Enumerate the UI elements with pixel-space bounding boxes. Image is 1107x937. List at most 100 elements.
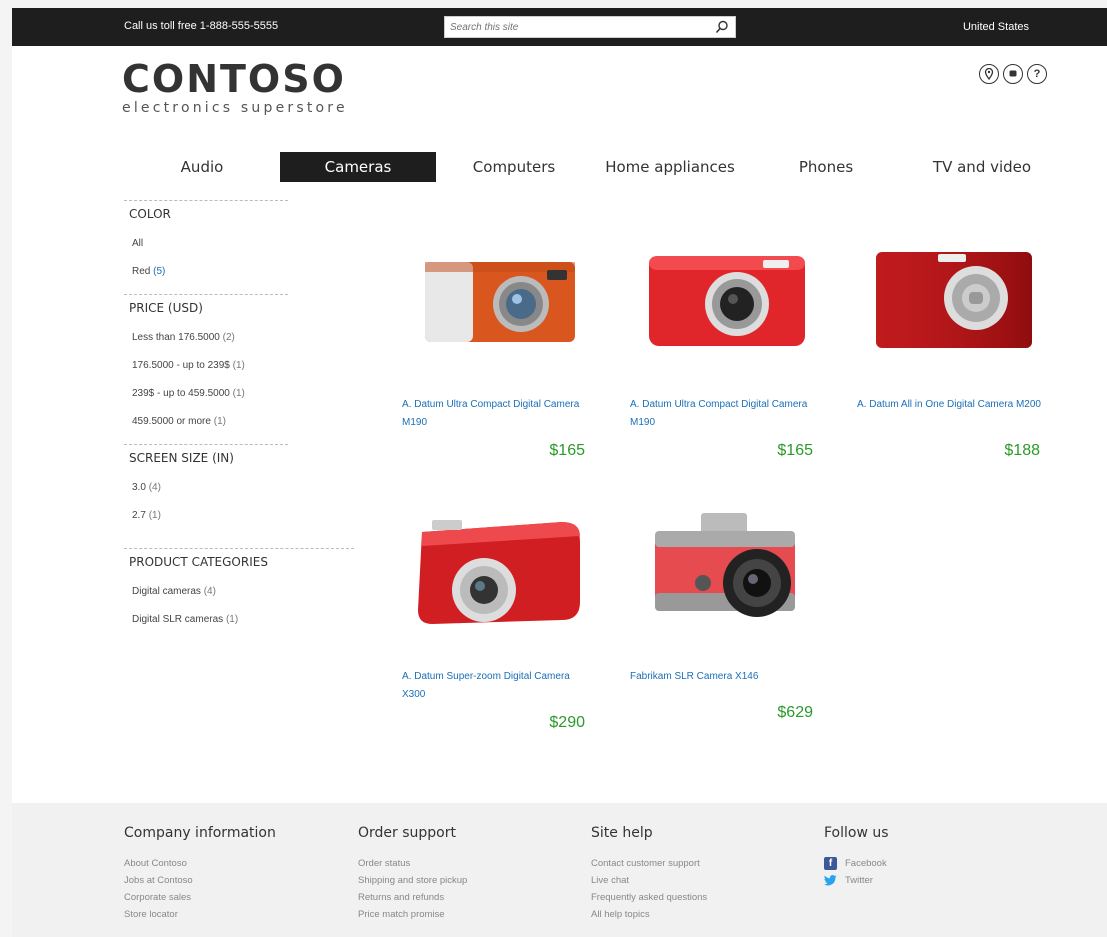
facet-count: (1)	[225, 614, 239, 625]
slr-camera-icon	[655, 513, 795, 617]
facebook-icon: f	[824, 857, 837, 870]
top-bar: Call us toll free 1-888-555-5555 United …	[12, 8, 1107, 46]
product-price: $165	[777, 442, 813, 459]
facet-label: 176.5000 - up to 239$	[132, 360, 230, 371]
product-name-link[interactable]: Fabrikam SLR Camera X146	[630, 668, 820, 686]
twitter-icon	[824, 874, 837, 887]
facet-count: (4)	[148, 482, 161, 493]
facet-count: (1)	[232, 360, 245, 371]
product-card[interactable]: A. Datum Super-zoom Digital Camera X300 …	[397, 492, 597, 752]
footer-link[interactable]: All help topics	[591, 906, 707, 923]
footer-link[interactable]: Live chat	[591, 872, 707, 889]
product-price: $165	[549, 442, 585, 459]
facet-label: All	[132, 238, 144, 249]
twitter-label: Twitter	[845, 875, 873, 886]
toll-free-phone: Call us toll free 1-888-555-5555	[124, 20, 279, 32]
search-input[interactable]	[445, 17, 695, 38]
product-card[interactable]: A. Datum Ultra Compact Digital Camera M1…	[625, 220, 825, 480]
tab-audio[interactable]: Audio	[124, 152, 280, 182]
filter-sidebar: COLOR All Red (5) PRICE (USD) Less than …	[124, 200, 374, 634]
footer-link[interactable]: Contact customer support	[591, 855, 707, 872]
facebook-label: Facebook	[845, 858, 887, 869]
country-selector[interactable]: United States	[963, 21, 1029, 33]
product-name-link[interactable]: A. Datum Super-zoom Digital Camera X300	[402, 668, 592, 704]
compact-camera-orange-icon	[425, 262, 575, 342]
facet-item-screen-2-7[interactable]: 2.7 (1)	[124, 502, 374, 530]
footer-link[interactable]: Shipping and store pickup	[358, 872, 467, 889]
footer-link[interactable]: Store locator	[124, 906, 276, 923]
facet-label: Digital cameras	[132, 586, 201, 597]
footer-link[interactable]: Order status	[358, 855, 467, 872]
window-margin-left	[0, 0, 12, 937]
facet-item-color-red[interactable]: Red (5)	[124, 258, 374, 286]
footer-order-column: Order support Order status Shipping and …	[358, 825, 467, 923]
product-card[interactable]: A. Datum Ultra Compact Digital Camera M1…	[397, 220, 597, 480]
facet-item-screen-3-0[interactable]: 3.0 (4)	[124, 474, 374, 502]
facet-heading-product-categories: PRODUCT CATEGORIES	[124, 548, 354, 578]
product-name-link[interactable]: A. Datum Ultra Compact Digital Camera M1…	[402, 396, 592, 432]
tab-cameras[interactable]: Cameras	[280, 152, 436, 182]
footer-heading: Order support	[358, 825, 456, 841]
facet-heading-price: PRICE (USD)	[124, 294, 288, 324]
all-in-one-camera-darkred-icon	[876, 252, 1032, 348]
product-image[interactable]	[625, 492, 825, 642]
header-icons: ?	[979, 64, 1047, 84]
brand-tagline: electronics superstore	[122, 100, 348, 116]
product-name-link[interactable]: A. Datum Ultra Compact Digital Camera M1…	[630, 396, 820, 432]
footer-help-column: Site help Contact customer support Live …	[591, 825, 707, 923]
tab-home-appliances[interactable]: Home appliances	[592, 152, 748, 182]
search-box[interactable]	[444, 16, 736, 38]
facet-item-digital-cameras[interactable]: Digital cameras (4)	[124, 578, 374, 606]
facet-label: Digital SLR cameras	[132, 614, 224, 625]
footer-link[interactable]: Price match promise	[358, 906, 467, 923]
facet-count: (2)	[222, 332, 235, 343]
footer-link[interactable]: Corporate sales	[124, 889, 276, 906]
tab-tv-and-video[interactable]: TV and video	[904, 152, 1060, 182]
footer-follow-column: Follow us f Facebook Twitter	[824, 825, 889, 889]
facet-item-color-all[interactable]: All	[124, 230, 374, 258]
product-price: $629	[777, 704, 813, 721]
twitter-link[interactable]: Twitter	[824, 872, 889, 889]
product-image[interactable]	[852, 220, 1052, 370]
page: Call us toll free 1-888-555-5555 United …	[12, 8, 1107, 937]
product-card[interactable]: Fabrikam SLR Camera X146 $629	[625, 492, 825, 752]
facet-label: 459.5000 or more	[132, 416, 211, 427]
facet-item-price-1[interactable]: Less than 176.5000 (2)	[124, 324, 374, 352]
footer-heading: Follow us	[824, 825, 889, 841]
footer-link[interactable]: Returns and refunds	[358, 889, 467, 906]
product-image[interactable]	[397, 220, 597, 370]
facet-count: (4)	[203, 586, 216, 597]
tab-computers[interactable]: Computers	[436, 152, 592, 182]
facet-label: 2.7	[132, 510, 146, 521]
search-icon[interactable]	[715, 20, 729, 34]
footer: Company information About Contoso Jobs a…	[12, 803, 1107, 937]
facet-count: (1)	[148, 510, 161, 521]
product-image[interactable]	[625, 220, 825, 370]
help-icon[interactable]: ?	[1027, 64, 1047, 84]
product-name-link[interactable]: A. Datum All in One Digital Camera M200	[857, 396, 1047, 414]
facet-item-digital-slr-cameras[interactable]: Digital SLR cameras (1)	[124, 606, 374, 634]
facet-item-price-3[interactable]: 239$ - up to 459.5000 (1)	[124, 380, 374, 408]
facet-count: (5)	[153, 266, 166, 277]
footer-link[interactable]: Frequently asked questions	[591, 889, 707, 906]
footer-heading: Company information	[124, 825, 276, 841]
product-price: $290	[549, 714, 585, 731]
facet-label: Less than 176.5000	[132, 332, 220, 343]
product-card[interactable]: A. Datum All in One Digital Camera M200 …	[852, 220, 1052, 480]
footer-link[interactable]: About Contoso	[124, 855, 276, 872]
facebook-link[interactable]: f Facebook	[824, 855, 889, 872]
footer-heading: Site help	[591, 825, 653, 841]
facet-label: Red	[132, 266, 151, 277]
super-zoom-camera-red-icon	[418, 520, 580, 624]
facet-item-price-2[interactable]: 176.5000 - up to 239$ (1)	[124, 352, 374, 380]
facet-item-price-4[interactable]: 459.5000 or more (1)	[124, 408, 374, 436]
tab-phones[interactable]: Phones	[748, 152, 904, 182]
product-price: $188	[1004, 442, 1040, 459]
site-logo[interactable]: CONTOSO electronics superstore	[122, 60, 348, 116]
facet-label: 239$ - up to 459.5000	[132, 388, 230, 399]
chat-icon[interactable]	[1003, 64, 1023, 84]
location-icon[interactable]	[979, 64, 999, 84]
brand-name: CONTOSO	[122, 57, 346, 101]
product-image[interactable]	[397, 492, 597, 642]
footer-link[interactable]: Jobs at Contoso	[124, 872, 276, 889]
